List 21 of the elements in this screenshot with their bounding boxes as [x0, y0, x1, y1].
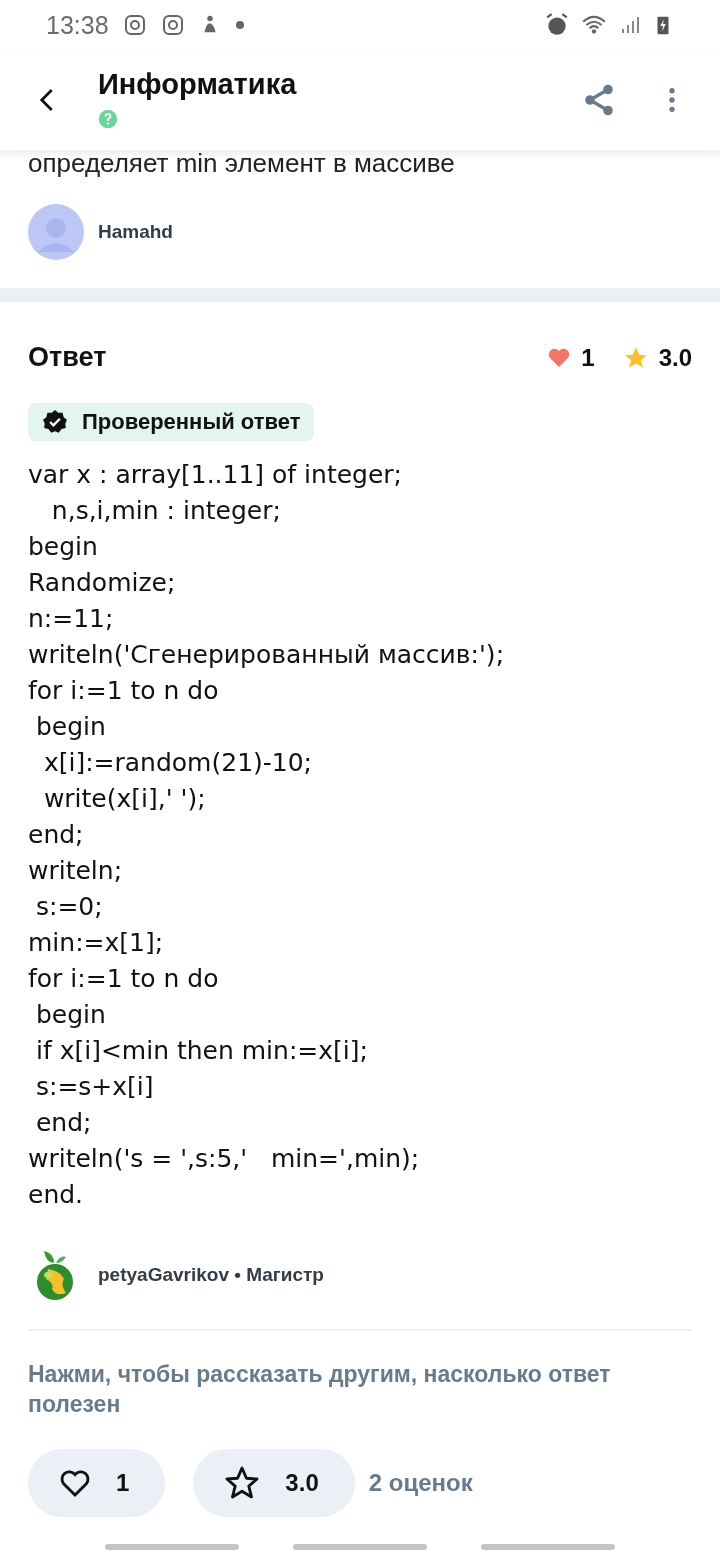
more-icon: [668, 86, 676, 114]
ratings-count: 2 оценок: [368, 1469, 473, 1497]
question-text: определяет min элемент в массиве: [28, 150, 455, 176]
status-time: 13:38: [46, 10, 109, 40]
code-text: var x : array[1..11] of integer; n,s,i,min : integer; begin Randomize; n:=11; writeln('Сгенерированный массив:'); for i:=1 to n do begin x[i]:=random(21)-10; write(x[i],' '); end; writeln; s:=0; min:=x[1]; for i:=1 to n do begin if x[i]<min then min:=x[i]; s:=s+x[i] end; writeln('s = ',s:5,' min=',min); end.: [28, 459, 506, 1211]
subject-title: Информатика: [98, 68, 298, 101]
rate-button[interactable]: 3.0: [193, 1449, 355, 1517]
rating-value: 3.0: [658, 343, 692, 372]
dot-icon: [234, 20, 245, 30]
answer-heading: Ответ: [28, 342, 107, 373]
avatar: [28, 204, 84, 260]
alarm-icon: [544, 12, 570, 38]
camera-icon: [122, 13, 147, 37]
camera-icon: [160, 13, 185, 37]
rating-prompt: Нажми, чтобы рассказать другим, насколько ответ полезен: [28, 1360, 612, 1419]
verified-label: Проверенный ответ: [82, 409, 301, 435]
answer-author[interactable]: petyaGavrikov • Магистр: [98, 1264, 324, 1286]
question-author[interactable]: Hamahd: [98, 221, 173, 243]
like-button[interactable]: 1: [28, 1449, 166, 1517]
verified-icon: [42, 409, 68, 435]
likes-count: 1: [581, 343, 595, 372]
